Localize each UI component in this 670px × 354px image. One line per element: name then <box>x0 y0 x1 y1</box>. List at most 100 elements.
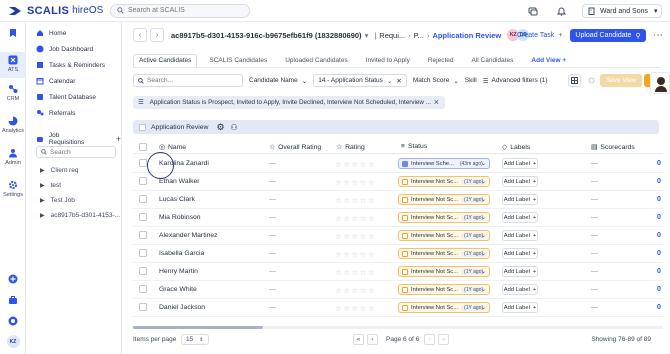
horizontal-scrollbar[interactable] <box>133 326 663 329</box>
close-icon[interactable]: × <box>434 97 439 107</box>
select-all-checkbox[interactable] <box>139 143 147 151</box>
rail-ats[interactable]: ATS <box>0 52 26 78</box>
next-page-button[interactable]: › <box>424 334 436 345</box>
table-row[interactable]: Karolina Zanardi — ☆☆☆☆☆ Interview Sche...(… <box>133 155 663 173</box>
star-icon[interactable]: ☆ <box>351 178 359 187</box>
add-requisition-icon[interactable]: + <box>116 134 121 144</box>
status-dropdown[interactable]: Interview Not Sc... (1Y ago) ⌄ <box>398 212 490 223</box>
table-row[interactable]: Isabella Garcia — ☆☆☆☆☆ Interview Not Sc...… <box>133 245 663 263</box>
star-rating[interactable]: ☆☆☆☆☆ <box>335 286 376 295</box>
prev-page-button[interactable]: ‹ <box>367 334 378 345</box>
row-checkbox[interactable] <box>139 195 147 203</box>
row-checkbox[interactable] <box>139 267 147 275</box>
count-value[interactable]: 0 <box>657 232 661 239</box>
star-icon[interactable]: ☆ <box>360 268 368 277</box>
star-icon[interactable]: ☆ <box>335 304 343 313</box>
add-label-button[interactable]: Add Label + <box>502 176 538 187</box>
table-row[interactable]: Lucas Clark — ☆☆☆☆☆ Interview Not Sc... (1Y … <box>133 191 663 209</box>
table-row[interactable]: Ethan Walker — ☆☆☆☆☆ Interview Not Sc... (1Y… <box>133 173 663 191</box>
candidate-name[interactable]: Isabella Garcia <box>159 250 204 257</box>
table-row[interactable]: Alexander Martinez — ☆☆☆☆☆ Interview Not Sc… <box>133 227 663 245</box>
star-icon[interactable]: ☆ <box>351 160 359 169</box>
breadcrumb-pipeline[interactable]: P... <box>414 31 424 40</box>
star-icon[interactable]: ☆ <box>335 160 343 169</box>
add-view-tab[interactable]: Add View + <box>525 54 572 67</box>
star-icon[interactable]: ☆ <box>368 286 376 295</box>
tree-item[interactable]: ▶ Test Job <box>40 197 75 204</box>
tab-invited-to-apply[interactable]: Invited to Apply <box>360 54 416 67</box>
column-overall-rating[interactable]: ☆ Overall Rating <box>269 143 321 152</box>
star-icon[interactable]: ☆ <box>368 232 376 241</box>
status-dropdown[interactable]: Interview Not Sc... (1Y ago) ⌄ <box>398 194 490 205</box>
org-selector[interactable]: Ward and Sons ▾ <box>582 4 662 18</box>
table-row[interactable]: Daniel Jackson — ☆☆☆☆☆ Interview Not Sc...(… <box>133 299 663 317</box>
star-rating[interactable]: ☆☆☆☆☆ <box>335 214 376 223</box>
tab-scalis-candidates[interactable]: SCALIS Candidates <box>203 54 273 67</box>
back-button[interactable]: ‹ <box>133 28 147 42</box>
rail-user-avatar[interactable]: KZ <box>0 335 26 348</box>
last-page-button[interactable]: » <box>438 334 450 345</box>
count-value[interactable]: 0 <box>657 268 661 275</box>
add-label-button[interactable]: Add Label + <box>502 212 538 223</box>
add-user-icon[interactable]: ⚇ <box>231 123 238 132</box>
more-options-icon[interactable]: ⋯ <box>653 30 663 41</box>
rail-bookmark[interactable] <box>0 28 26 40</box>
nav-item-tasks[interactable]: Tasks & Reminders <box>36 60 105 70</box>
star-icon[interactable]: ☆ <box>360 160 368 169</box>
breadcrumb-requisition[interactable]: Requi... <box>379 31 405 40</box>
refresh-icon[interactable] <box>585 74 598 87</box>
rail-analytics[interactable]: Analytics <box>0 116 26 134</box>
skills-filter[interactable]: Skill <box>465 77 477 84</box>
count-value[interactable]: 0 <box>657 160 661 167</box>
row-checkbox[interactable] <box>139 285 147 293</box>
nav-item-referrals[interactable]: Referrals <box>36 108 75 118</box>
star-icon[interactable]: ☆ <box>351 232 359 241</box>
star-icon[interactable]: ☆ <box>335 178 343 187</box>
star-icon[interactable]: ☆ <box>360 196 368 205</box>
global-search-input[interactable] <box>128 7 238 14</box>
add-label-button[interactable]: Add Label + <box>502 248 538 259</box>
count-value[interactable]: 0 <box>657 286 661 293</box>
assistant-avatar[interactable] <box>650 72 670 94</box>
application-status-filter[interactable]: 14 - Application Status ⌄ ✕ <box>313 74 407 87</box>
nav-item-home[interactable]: Home <box>36 28 66 38</box>
status-dropdown[interactable]: Interview Not Sc... (1Y ago) ⌄ <box>398 284 490 295</box>
count-value[interactable]: 0 <box>657 250 661 257</box>
star-icon[interactable]: ☆ <box>368 250 376 259</box>
row-checkbox[interactable] <box>139 249 147 257</box>
requisition-search-input[interactable] <box>50 148 110 156</box>
star-rating[interactable]: ☆☆☆☆☆ <box>335 268 376 277</box>
scrollbar-thumb[interactable] <box>133 326 263 329</box>
items-per-page-select[interactable]: 15 ⇕ <box>181 334 209 345</box>
column-scorecards[interactable]: ▤ Scorecards <box>591 143 635 152</box>
star-icon[interactable]: ☆ <box>360 304 368 313</box>
rail-add[interactable] <box>0 274 26 286</box>
star-icon[interactable]: ☆ <box>351 250 359 259</box>
candidate-name[interactable]: Daniel Jackson <box>159 304 205 311</box>
advanced-filters-button[interactable]: ☰ Advanced filters (1) <box>483 77 548 85</box>
rail-chat[interactable] <box>0 316 26 328</box>
star-icon[interactable]: ☆ <box>335 232 343 241</box>
star-icon[interactable]: ☆ <box>368 160 376 169</box>
add-label-button[interactable]: Add Label + <box>502 266 538 277</box>
row-checkbox[interactable] <box>139 159 147 167</box>
status-dropdown[interactable]: Interview Not Sc... (1Y ago) ⌄ <box>398 176 490 187</box>
star-icon[interactable]: ☆ <box>335 250 343 259</box>
column-labels[interactable]: ◇ Labels <box>502 143 530 152</box>
gear-icon[interactable]: ⚙ <box>216 122 224 133</box>
candidate-name[interactable]: Alexander Martinez <box>159 232 218 239</box>
candidate-search[interactable] <box>133 74 243 87</box>
tab-rejected[interactable]: Rejected <box>422 54 460 67</box>
checkbox[interactable] <box>139 123 146 131</box>
upload-candidate-button[interactable]: Upload Candidate ⚲ <box>570 29 646 42</box>
candidate-name[interactable]: Mia Robinson <box>159 214 201 221</box>
add-label-button[interactable]: Add Label + <box>502 284 538 295</box>
column-status[interactable]: ≡ Status <box>401 143 427 150</box>
tab-active-candidates[interactable]: Active Candidates <box>133 54 198 67</box>
match-score-filter[interactable]: Match Score ⌄ <box>413 77 459 85</box>
messages-icon[interactable] <box>526 4 540 18</box>
star-rating[interactable]: ☆☆☆☆☆ <box>335 304 376 313</box>
count-value[interactable]: 0 <box>657 214 661 221</box>
row-checkbox[interactable] <box>139 303 147 311</box>
star-icon[interactable]: ☆ <box>368 268 376 277</box>
